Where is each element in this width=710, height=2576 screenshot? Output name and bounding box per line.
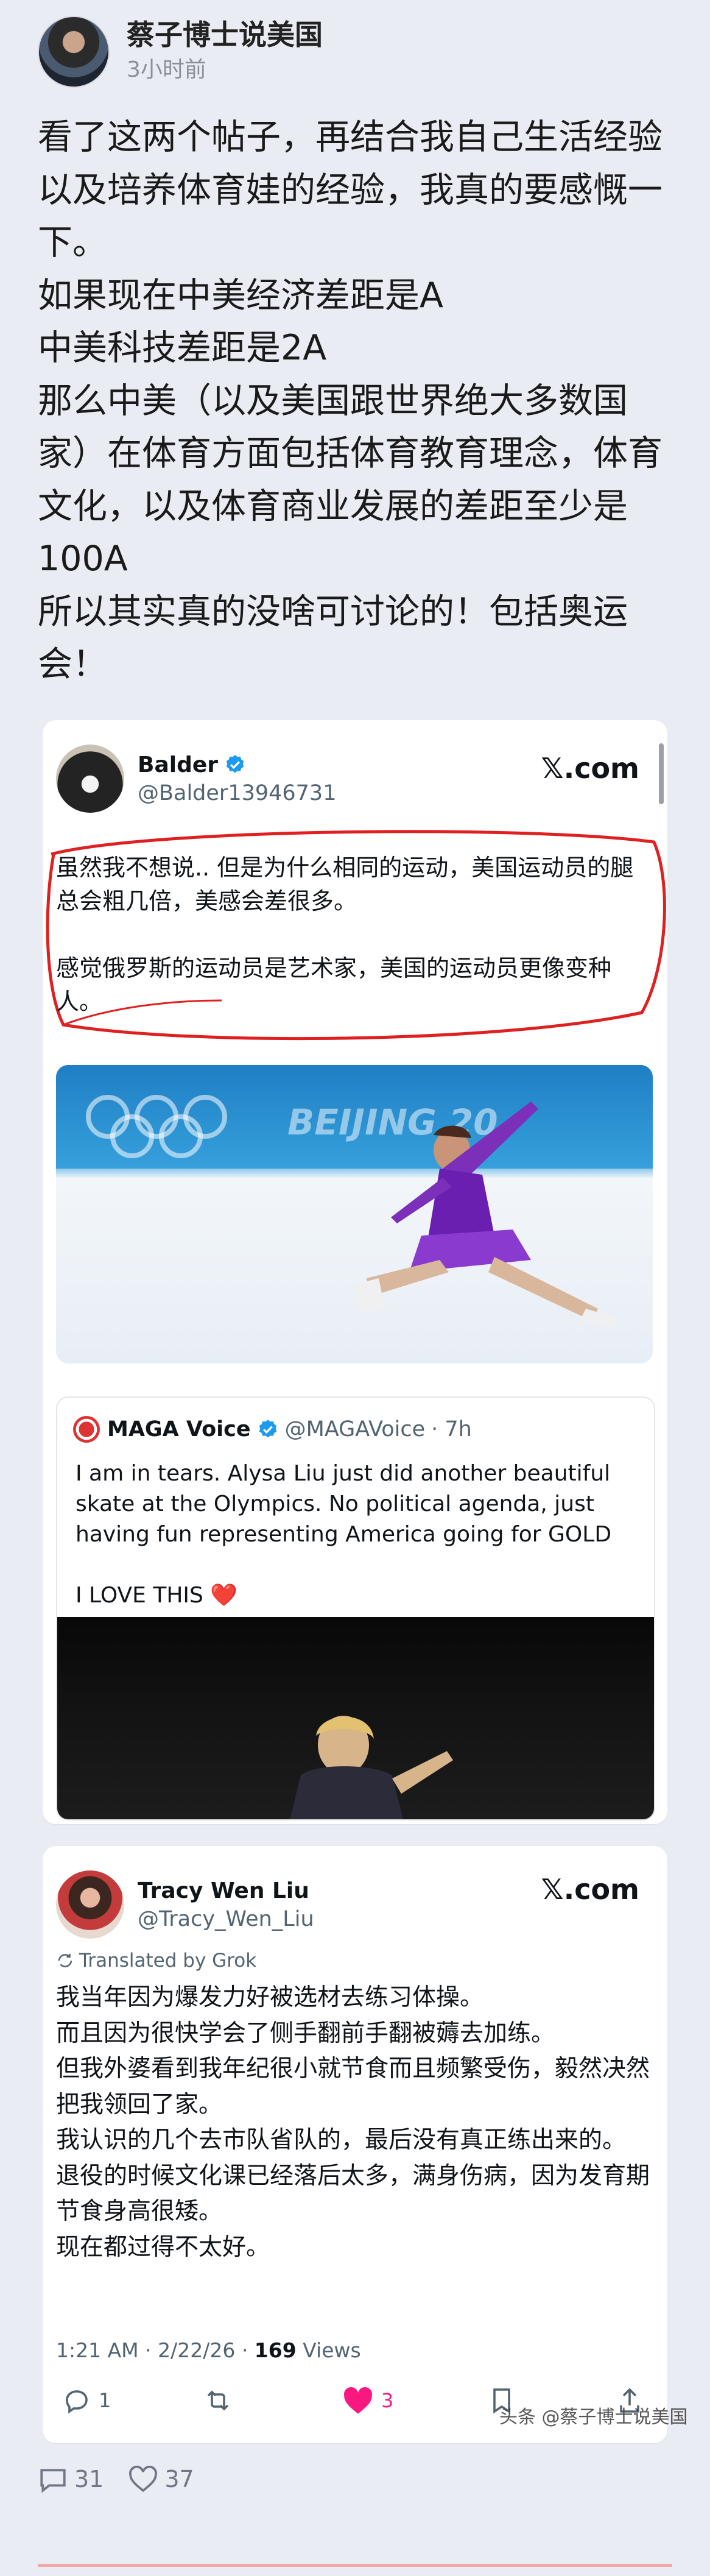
reply-button[interactable]: 1	[62, 2386, 111, 2415]
tweet-photo-figure-skater[interactable]: BEIJING 20	[56, 1065, 653, 1364]
x-logo-text: 𝕏.com	[541, 752, 639, 785]
tweet-header: Tracy Wen Liu @Tracy_Wen_Liu	[56, 1870, 314, 1939]
embedded-tweet-screenshot-1[interactable]: Balder @Balder13946731 𝕏.com 虽然我不想说.. 但是…	[43, 720, 667, 1824]
like-post-count: 37	[164, 2466, 194, 2493]
reply-icon	[66, 2390, 88, 2414]
embedded-tweet-screenshot-2[interactable]: Tracy Wen Liu @Tracy_Wen_Liu 𝕏.com Trans…	[43, 1846, 667, 2443]
tweet-author-name-text: Balder	[138, 752, 219, 777]
like-button[interactable]: 3	[342, 2386, 393, 2415]
bottom-divider	[38, 2564, 672, 2567]
quoted-spacer	[76, 1550, 624, 1580]
verified-badge-icon	[226, 755, 244, 773]
tweet-header: Balder @Balder13946731	[56, 745, 336, 813]
tweet-paragraph: 退役的时候文化课已经落后太多，满身伤病，因为发育期节食身高很矮。	[56, 2162, 650, 2226]
heart-icon	[343, 2387, 373, 2414]
retweet-icon	[207, 2390, 229, 2411]
quoted-tweet-text: I am in tears. Alysa Liu just did anothe…	[76, 1459, 624, 1611]
quoted-handle: @MAGAVoice	[284, 1417, 426, 1442]
tweet-views-label: Views	[296, 2338, 361, 2362]
quoted-tweet[interactable]: MAGA Voice @MAGAVoice · 7h I am in tears…	[56, 1396, 655, 1821]
quoted-author-name: MAGA Voice	[107, 1417, 251, 1442]
tweet-timestamp: 1:21 AM · 2/22/26 · 169 Views	[56, 2338, 361, 2362]
translated-by-grok: Translated by Grok	[56, 1950, 256, 1972]
quoted-tweet-header: MAGA Voice @MAGAVoice · 7h	[73, 1416, 472, 1443]
comment-count: 31	[74, 2466, 104, 2493]
author-meta: 蔡子博士说美国 3小时前	[127, 18, 323, 86]
translate-icon	[58, 1953, 72, 1967]
quoted-avatar	[73, 1416, 100, 1443]
tweet-author-name: Tracy Wen Liu	[138, 1878, 309, 1903]
post-body: 看了这两个帖子，再结合我自己生活经验以及培养体育娃的经验，我真的要感慨一下。 如…	[38, 111, 677, 691]
tweet-handle: @Tracy_Wen_Liu	[138, 1906, 314, 1931]
tweet-paragraph: 感觉俄罗斯的运动员是艺术家，美国的运动员更像变种人。	[56, 955, 612, 1015]
like-count: 3	[381, 2389, 394, 2412]
skater-video-frame	[290, 1716, 453, 1819]
toutiao-watermark: 头条 @蔡子博士说美国	[499, 2407, 688, 2428]
verified-badge-icon	[259, 1420, 276, 1438]
tweet-avatar	[56, 1870, 124, 1939]
like-post-button[interactable]: 37	[128, 2465, 194, 2493]
comment-button[interactable]: 31	[38, 2465, 104, 2493]
like-icon	[129, 2465, 158, 2493]
tweet-paragraph: 虽然我不想说.. 但是为什么相同的运动，美国运动员的腿总会粗几倍，美感会差很多。	[56, 854, 634, 915]
comment-icon	[40, 2469, 66, 2493]
tweet-paragraph: 我当年因为爆发力好被选材去练习体操。	[56, 1984, 484, 2011]
retweet-button[interactable]	[202, 2386, 234, 2415]
x-logo-text: 𝕏.com	[541, 1873, 639, 1906]
tweet-paragraph: 我认识的几个去市队省队的，最后没有真正练出来的。	[56, 2126, 627, 2154]
tweet-avatar	[56, 745, 124, 813]
tweet-text: 我当年因为爆发力好被选材去练习体操。 而且因为很快学会了侧手翻前手翻被薅去加练。…	[56, 1980, 653, 2265]
post-paragraph: 中美科技差距是2A	[38, 328, 327, 368]
quoted-video[interactable]	[57, 1617, 654, 1819]
tweet-author-name: Balder	[138, 752, 336, 777]
quoted-paragraph: I LOVE THIS ❤️	[76, 1583, 238, 1608]
post-paragraph: 那么中美（以及美国跟世界绝大多数国家）在体育方面包括体育教育理念，体育文化，以及…	[38, 380, 663, 579]
post-author-row: 蔡子博士说美国 3小时前	[38, 16, 323, 88]
reply-count: 1	[99, 2389, 111, 2412]
author-name[interactable]: 蔡子博士说美国	[127, 18, 323, 52]
olympic-rings-icon	[86, 1095, 227, 1158]
author-avatar[interactable]	[38, 16, 110, 88]
tweet-text: 虽然我不想说.. 但是为什么相同的运动，美国运动员的腿总会粗几倍，美感会差很多。…	[56, 851, 653, 1019]
quoted-time: · 7h	[431, 1417, 472, 1442]
tweet-spacer	[56, 918, 653, 952]
post-paragraph: 看了这两个帖子，再结合我自己生活经验以及培养体育娃的经验，我真的要感慨一下。	[38, 117, 663, 263]
translated-label: Translated by Grok	[79, 1950, 257, 1972]
tweet-time-date: 1:21 AM · 2/22/26 ·	[56, 2338, 255, 2362]
tweet-paragraph: 但我外婆看到我年纪很小就节食而且频繁受伤，毅然决然把我领回了家。	[56, 2055, 650, 2118]
tweet-paragraph: 而且因为很快学会了侧手翻前手翻被薅去加练。	[56, 2019, 555, 2047]
tweet-paragraph: 现在都过得不太好。	[56, 2233, 270, 2261]
post-paragraph: 如果现在中美经济差距是A	[38, 275, 443, 316]
post-paragraph: 所以其实真的没啥可讨论的！包括奥运会！	[38, 591, 628, 685]
skater-figure	[354, 1102, 616, 1327]
quoted-paragraph: I am in tears. Alysa Liu just did anothe…	[76, 1461, 612, 1547]
scrollbar[interactable]	[659, 743, 664, 804]
post-time: 3小时前	[127, 57, 206, 82]
tweet-views-count: 169	[254, 2338, 297, 2362]
post-stats-bar: 31 37	[38, 2465, 219, 2493]
tweet-handle: @Balder13946731	[138, 780, 337, 805]
